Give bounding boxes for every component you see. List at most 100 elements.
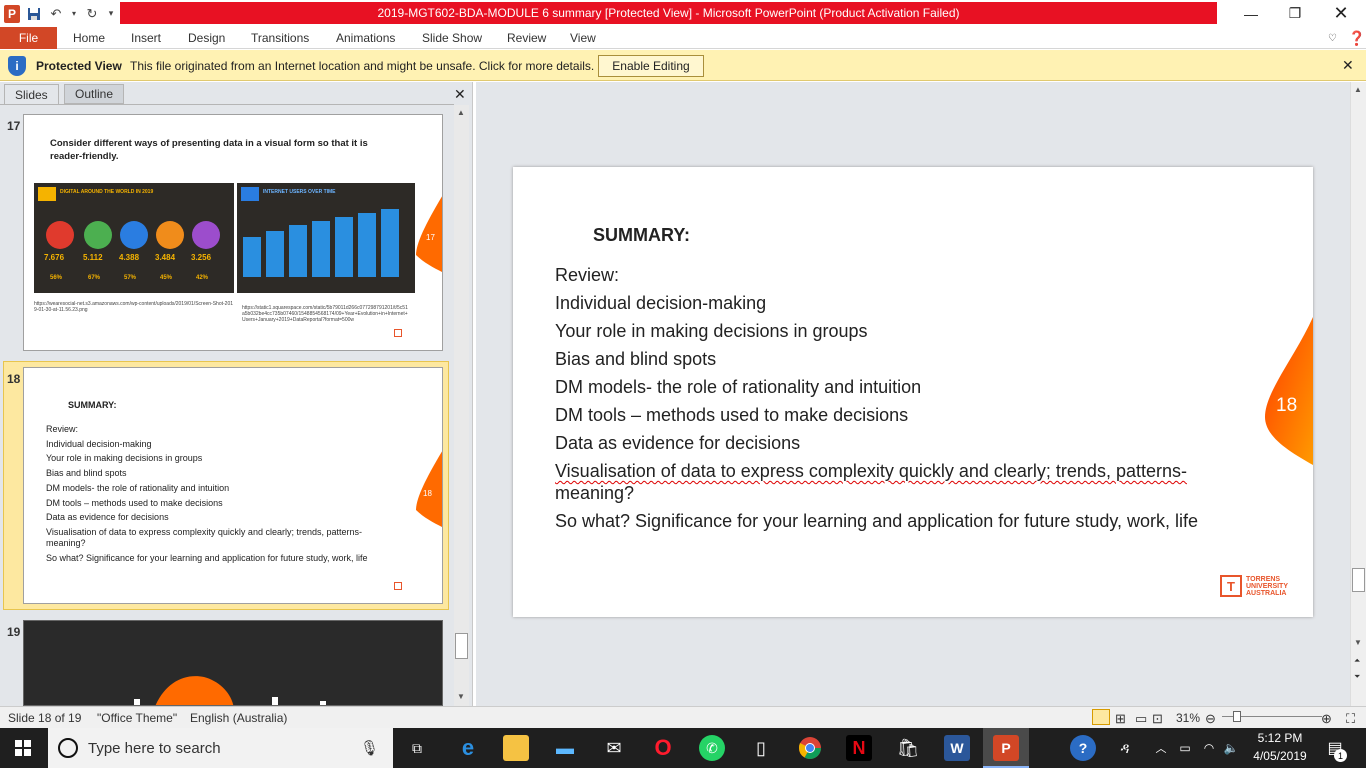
caption-1: https://wearesocial-net.s3.amazonaws.com… bbox=[34, 301, 234, 313]
tab-insert[interactable]: Insert bbox=[131, 27, 161, 49]
scroll-up-icon[interactable]: ▲ bbox=[1354, 85, 1362, 94]
netflix-icon[interactable]: N bbox=[846, 735, 872, 761]
task-view-icon[interactable]: ⧉ bbox=[404, 735, 430, 761]
word-icon[interactable]: W bbox=[944, 735, 970, 761]
show-hidden-icons[interactable]: ︿ bbox=[1148, 735, 1174, 761]
close-message-icon[interactable]: ✕ bbox=[1342, 57, 1354, 74]
main-scroll-thumb[interactable] bbox=[1352, 568, 1365, 592]
undo-icon[interactable]: ↶ bbox=[48, 6, 64, 22]
window-title: 2019-MGT602-BDA-MODULE 6 summary [Protec… bbox=[120, 2, 1217, 24]
next-slide-icon[interactable]: ⏷ bbox=[1354, 672, 1360, 682]
close-panel-icon[interactable]: ✕ bbox=[454, 86, 466, 103]
file-explorer-icon[interactable] bbox=[503, 735, 529, 761]
tab-slides[interactable]: Slides bbox=[4, 84, 59, 104]
zoom-out-icon[interactable]: ⊖ bbox=[1205, 711, 1216, 727]
panel-scroll-thumb[interactable] bbox=[455, 633, 468, 659]
thumb-line: Your role in making decisions in groups bbox=[46, 453, 203, 464]
zoom-level[interactable]: 31% bbox=[1176, 711, 1200, 725]
stat-value: 3.256 bbox=[191, 253, 212, 262]
tab-review[interactable]: Review bbox=[507, 27, 546, 49]
connect-icon[interactable]: ▬ bbox=[552, 735, 578, 761]
main-scrollbar[interactable]: ▲ ▼ ⏶ ⏷ bbox=[1350, 82, 1366, 706]
tab-slide-show[interactable]: Slide Show bbox=[422, 27, 482, 49]
slide-line: Visualisation of data to express complex… bbox=[555, 461, 1187, 481]
slide-thumbnail-17[interactable]: Consider different ways of presenting da… bbox=[23, 114, 443, 351]
thumb-line: meaning? bbox=[46, 537, 86, 548]
clock-date[interactable]: 4/05/2019 bbox=[1250, 749, 1310, 763]
normal-view-icon[interactable] bbox=[1092, 709, 1110, 725]
help-icon[interactable]: ❓ bbox=[1348, 27, 1365, 49]
infographic-1-title: DIGITAL AROUND THE WORLD IN 2019 bbox=[60, 189, 154, 195]
bar bbox=[358, 213, 376, 277]
clock-time[interactable]: 5:12 PM bbox=[1250, 731, 1310, 745]
stat-value: 3.484 bbox=[155, 253, 176, 262]
language[interactable]: English (Australia) bbox=[190, 711, 287, 725]
document-icon[interactable]: ▯ bbox=[748, 735, 774, 761]
undo-dropdown-icon[interactable]: ▾ bbox=[70, 6, 78, 22]
bar bbox=[381, 209, 399, 277]
scroll-down-icon[interactable]: ▼ bbox=[457, 692, 465, 701]
slide-thumbnail-18[interactable]: SUMMARY: Review: Individual decision-mak… bbox=[23, 367, 443, 604]
tab-design[interactable]: Design bbox=[188, 27, 225, 49]
mail-icon[interactable]: ✉ bbox=[601, 735, 627, 761]
customize-toolbar-icon[interactable]: ▾ bbox=[106, 6, 116, 22]
zoom-in-icon[interactable]: ⊕ bbox=[1321, 711, 1332, 727]
white-bar bbox=[134, 699, 140, 705]
bar bbox=[335, 217, 353, 277]
chrome-icon[interactable] bbox=[797, 735, 823, 761]
minimize-button[interactable]: — bbox=[1228, 0, 1274, 27]
ribbon-expand-icon[interactable]: ♡ bbox=[1328, 27, 1337, 49]
panel-scrollbar[interactable] bbox=[454, 105, 469, 706]
slide-line: Individual decision-making bbox=[555, 293, 767, 313]
jan-badge bbox=[38, 187, 56, 201]
protected-view-message[interactable]: This file originated from an Internet lo… bbox=[130, 59, 594, 73]
help-tray-icon[interactable]: ? bbox=[1070, 735, 1096, 761]
slide-page-number: 18 bbox=[1276, 395, 1298, 416]
tab-transitions[interactable]: Transitions bbox=[251, 27, 309, 49]
save-icon[interactable] bbox=[26, 6, 42, 22]
edge-icon[interactable]: e bbox=[455, 735, 481, 761]
enable-editing-button[interactable]: Enable Editing bbox=[598, 55, 704, 77]
current-slide[interactable]: SUMMARY: Review: Individual decision-mak… bbox=[513, 167, 1313, 617]
white-bar bbox=[272, 697, 278, 705]
thumb-18-body: Review: Individual decision-making Your … bbox=[46, 422, 426, 566]
notification-badge: 1 bbox=[1334, 749, 1347, 762]
stat-pct: 45% bbox=[160, 275, 173, 281]
orange-swoosh bbox=[416, 451, 442, 527]
slide-sorter-icon[interactable]: ⊞ bbox=[1115, 711, 1126, 727]
close-window-button[interactable]: ✕ bbox=[1318, 0, 1364, 27]
thumb-18-heading: SUMMARY: bbox=[68, 400, 117, 410]
start-button[interactable] bbox=[10, 735, 36, 761]
opera-icon[interactable]: O bbox=[650, 735, 676, 761]
maximize-button[interactable]: ❐ bbox=[1272, 0, 1318, 27]
powerpoint-taskbar-icon[interactable]: P bbox=[993, 735, 1019, 761]
tab-animations[interactable]: Animations bbox=[336, 27, 395, 49]
people-icon[interactable]: ዳ bbox=[1112, 735, 1138, 761]
tab-home[interactable]: Home bbox=[73, 27, 105, 49]
slide-heading: SUMMARY: bbox=[593, 225, 690, 245]
previous-slide-icon[interactable]: ⏶ bbox=[1354, 656, 1360, 666]
slide-thumbnail-19[interactable] bbox=[23, 620, 443, 706]
scroll-down-icon[interactable]: ▼ bbox=[1354, 638, 1362, 647]
cortana-icon bbox=[58, 738, 78, 758]
whatsapp-icon[interactable]: ✆ bbox=[699, 735, 725, 761]
volume-icon[interactable]: 🔈 bbox=[1218, 735, 1244, 761]
reading-view-icon[interactable]: ▭ bbox=[1135, 711, 1147, 727]
battery-icon[interactable]: ▭ bbox=[1172, 735, 1198, 761]
scroll-up-icon[interactable]: ▲ bbox=[457, 108, 465, 117]
taskbar-search[interactable]: Type here to search 🎙 bbox=[48, 728, 393, 768]
redo-icon[interactable]: ↻ bbox=[84, 6, 100, 22]
orange-shape bbox=[155, 676, 234, 705]
fit-to-window-icon[interactable]: ⛶ bbox=[1346, 711, 1355, 727]
tab-outline[interactable]: Outline bbox=[64, 84, 125, 104]
powerpoint-icon[interactable]: P bbox=[4, 4, 20, 23]
file-tab[interactable]: File bbox=[0, 27, 57, 49]
slide-show-icon[interactable]: ⊡ bbox=[1152, 711, 1163, 727]
microphone-icon[interactable]: 🎙 bbox=[360, 739, 379, 757]
store-icon[interactable]: 🛍 bbox=[895, 735, 921, 761]
slide-line: Data as evidence for decisions bbox=[555, 433, 801, 453]
theme-name[interactable]: "Office Theme" bbox=[97, 711, 177, 725]
bar bbox=[312, 221, 330, 277]
zoom-slider-thumb[interactable] bbox=[1233, 711, 1241, 722]
tab-view[interactable]: View bbox=[570, 27, 596, 49]
